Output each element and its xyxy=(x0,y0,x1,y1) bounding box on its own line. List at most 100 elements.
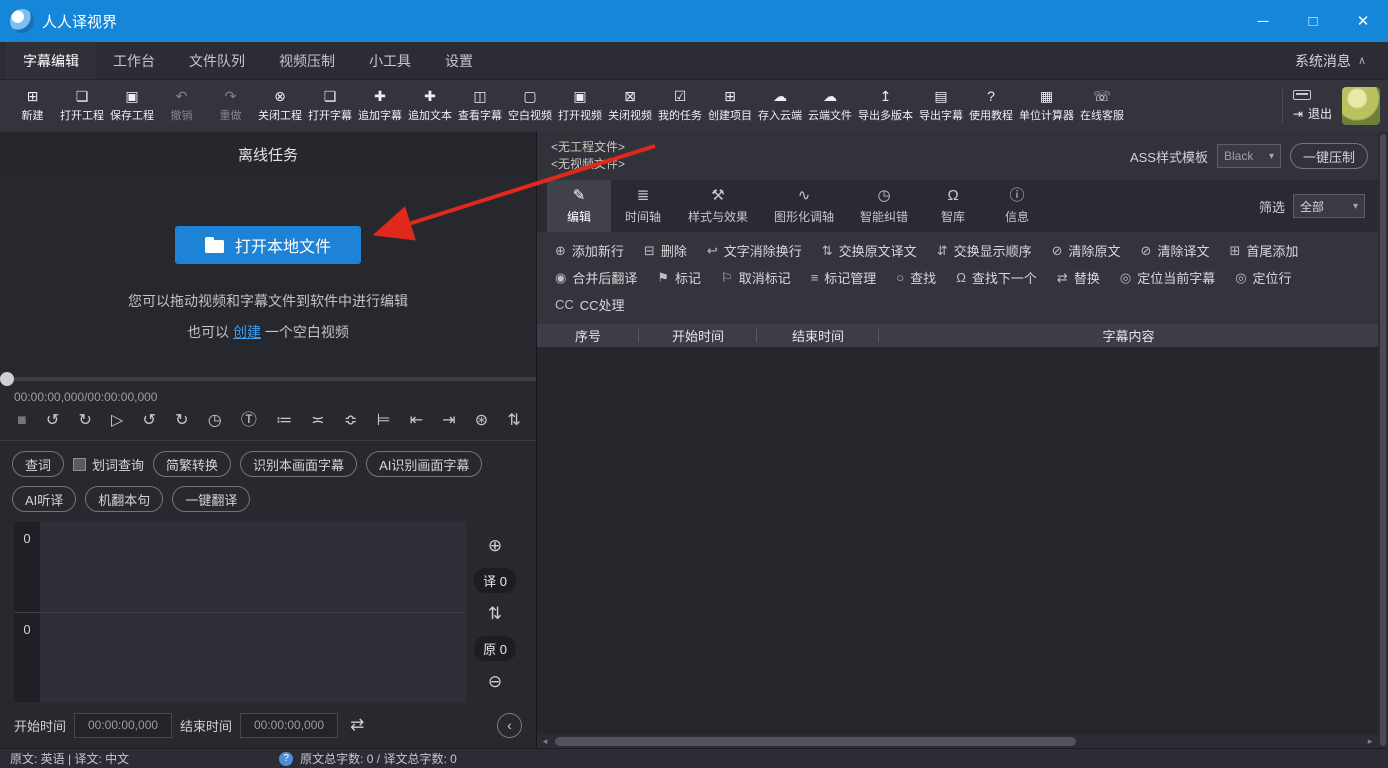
find-button[interactable]: ○ 查找 xyxy=(886,264,946,291)
repeat-forward-button[interactable]: ↻ xyxy=(175,411,188,431)
collapse-panel-button[interactable]: ‹ xyxy=(497,713,522,738)
close-button[interactable]: ✕ xyxy=(1338,0,1388,42)
end-time-input[interactable]: 00:00:00,000 xyxy=(240,713,338,738)
toolbar-tutorial[interactable]: ? 使用教程 xyxy=(966,87,1016,125)
word-lookup-button[interactable]: 查词 xyxy=(12,451,64,477)
logout-button[interactable]: ⇥ 退出 xyxy=(1293,90,1332,122)
subtitle-table-body[interactable] xyxy=(537,347,1378,735)
column-header-start-time[interactable]: 开始时间 xyxy=(639,324,757,347)
toolbar-close-project[interactable]: ⊗ 关闭工程 xyxy=(255,87,305,125)
add-head-tail-button[interactable]: ⊞ 首尾添加 xyxy=(1219,237,1308,264)
cc-process-button[interactable]: CC CC处理 xyxy=(545,291,635,318)
toolbar-save-to-cloud[interactable]: ☁ 存入云端 xyxy=(755,87,805,125)
horizontal-scrollbar[interactable]: ◂ ▸ xyxy=(537,735,1378,748)
horizontal-scrollbar-thumb[interactable] xyxy=(555,737,1076,746)
toolbar-open-video[interactable]: ▣ 打开视频 xyxy=(555,87,605,125)
menu-item-subtitle-edit[interactable]: 字幕编辑 xyxy=(6,42,96,79)
toolbar-cloud-files[interactable]: ☁ 云端文件 xyxy=(805,87,855,125)
jump-to-start-button[interactable]: ⇤ xyxy=(410,411,423,431)
scroll-left-icon[interactable]: ◂ xyxy=(539,736,551,747)
clear-target-button[interactable]: ⊘ 清除译文 xyxy=(1131,237,1220,264)
toolbar-open-project[interactable]: ❏ 打开工程 xyxy=(57,87,107,125)
system-message-button[interactable]: 系统消息 ∧ xyxy=(1273,51,1388,71)
recognize-frame-subtitle-button[interactable]: 识别本画面字幕 xyxy=(240,451,357,477)
tab-timeline[interactable]: ≣ 时间轴 xyxy=(611,180,675,232)
tab-style-effects[interactable]: ⚒ 样式与效果 xyxy=(675,180,761,232)
highlight-lookup-toggle[interactable]: 划词查询 xyxy=(73,455,144,474)
convert-simplified-traditional-button[interactable]: 简繁转换 xyxy=(153,451,231,477)
tab-waveform[interactable]: ∿ 图形化调轴 xyxy=(761,180,847,232)
align-edge-button[interactable]: ⊨ xyxy=(376,411,390,431)
menu-item-workbench[interactable]: 工作台 xyxy=(96,42,172,79)
minimize-button[interactable]: ─ xyxy=(1238,0,1288,42)
one-click-translate-button[interactable]: 一键翻译 xyxy=(172,486,250,512)
swap-display-order-button[interactable]: ⇵ 交换显示顺序 xyxy=(927,237,1042,264)
toolbar-new[interactable]: ⊞ 新建 xyxy=(8,87,57,125)
original-text-input[interactable] xyxy=(40,522,466,612)
repeat-back-button[interactable]: ↺ xyxy=(143,411,156,431)
toolbar-export-versions[interactable]: ↥ 导出多版本 xyxy=(855,87,916,125)
align-subtitle-button[interactable]: ≍ xyxy=(311,411,324,431)
locate-playhead-button[interactable]: ⊛ xyxy=(475,411,488,431)
toolbar-export-subtitle[interactable]: ▤ 导出字幕 xyxy=(916,87,966,125)
swap-source-target-button[interactable]: ⇅ 交换原文译文 xyxy=(812,237,927,264)
clear-source-button[interactable]: ⊘ 清除原文 xyxy=(1042,237,1131,264)
seek-handle[interactable] xyxy=(0,372,14,386)
toolbar-view-subtitle[interactable]: ◫ 查看字幕 xyxy=(455,87,505,125)
user-avatar[interactable] xyxy=(1342,87,1380,125)
maximize-button[interactable]: □ xyxy=(1288,0,1338,42)
column-header-index[interactable]: 序号 xyxy=(537,324,639,347)
one-click-compress-button[interactable]: 一键压制 xyxy=(1290,143,1368,169)
remove-linebreak-button[interactable]: ↩ 文字消除换行 xyxy=(697,237,812,264)
delete-row-button[interactable]: ⊟ 删除 xyxy=(634,237,697,264)
zoom-in-button[interactable]: ⊕ xyxy=(488,536,502,556)
add-new-row-button[interactable]: ⊕ 添加新行 xyxy=(545,237,634,264)
ai-transcribe-button[interactable]: AI听译 xyxy=(12,486,76,512)
help-icon[interactable]: ? xyxy=(279,752,293,766)
tab-smart-check[interactable]: ◷ 智能纠错 xyxy=(847,180,921,232)
seek-forward-button[interactable]: ↻ xyxy=(78,411,91,431)
find-next-button[interactable]: Ω 查找下一个 xyxy=(946,264,1047,291)
tab-knowledge-base[interactable]: Ω 智库 xyxy=(921,180,985,232)
start-time-input[interactable]: 00:00:00,000 xyxy=(74,713,172,738)
tab-info[interactable]: ⓘ 信息 xyxy=(985,180,1049,232)
vertical-scrollbar[interactable] xyxy=(1378,132,1388,748)
open-local-file-button[interactable]: 打开本地文件 xyxy=(175,226,361,264)
filter-select[interactable]: 全部 ▾ xyxy=(1293,194,1365,218)
swap-lines-button[interactable]: ⇅ xyxy=(507,411,520,431)
seek-back-button[interactable]: ↺ xyxy=(46,411,59,431)
toolbar-my-tasks[interactable]: ☑ 我的任务 xyxy=(655,87,705,125)
toolbar-create-project[interactable]: ⊞ 创建项目 xyxy=(705,87,755,125)
merge-translate-button[interactable]: ◉ 合并后翻译 xyxy=(545,264,647,291)
toolbar-online-support[interactable]: ☏ 在线客服 xyxy=(1077,87,1127,125)
unmark-button[interactable]: ⚐ 取消标记 xyxy=(711,264,801,291)
toolbar-save-project[interactable]: ▣ 保存工程 xyxy=(107,87,157,125)
translation-text-input[interactable] xyxy=(40,613,466,703)
stop-button[interactable]: ■ xyxy=(17,411,27,431)
toolbar-append-subtitle[interactable]: ✚ 追加字幕 xyxy=(355,87,405,125)
locate-row-button[interactable]: ◎ 定位行 xyxy=(1225,264,1301,291)
locate-current-subtitle-button[interactable]: ◎ 定位当前字幕 xyxy=(1110,264,1225,291)
column-header-subtitle-content[interactable]: 字幕内容 xyxy=(879,324,1378,347)
ai-recognize-subtitle-button[interactable]: AI识别画面字幕 xyxy=(366,451,482,477)
scroll-right-icon[interactable]: ▸ xyxy=(1364,736,1376,747)
swap-times-button[interactable]: ⇄ xyxy=(350,715,364,735)
text-overlay-button[interactable]: Ⓣ xyxy=(241,411,257,431)
menu-item-video-encode[interactable]: 视频压制 xyxy=(262,42,352,79)
clock-button[interactable]: ◷ xyxy=(208,411,222,431)
jump-to-end-button[interactable]: ⇥ xyxy=(442,411,455,431)
track-options-button[interactable]: ≔ xyxy=(276,411,292,431)
menu-item-settings[interactable]: 设置 xyxy=(428,42,490,79)
toolbar-unit-calculator[interactable]: ▦ 单位计算器 xyxy=(1016,87,1077,125)
vertical-scrollbar-thumb[interactable] xyxy=(1380,134,1386,746)
column-header-end-time[interactable]: 结束时间 xyxy=(757,324,879,347)
seek-bar[interactable] xyxy=(0,370,536,388)
menu-item-file-queue[interactable]: 文件队列 xyxy=(172,42,262,79)
create-blank-video-link[interactable]: 创建 xyxy=(233,324,261,340)
toolbar-redo[interactable]: ↷ 重做 xyxy=(206,87,255,125)
align-center-button[interactable]: ≎ xyxy=(344,411,357,431)
toolbar-undo[interactable]: ↶ 撤销 xyxy=(157,87,206,125)
machine-translate-sentence-button[interactable]: 机翻本句 xyxy=(85,486,163,512)
mark-manager-button[interactable]: ≡ 标记管理 xyxy=(801,264,887,291)
file-drop-area[interactable]: 打开本地文件 您可以拖动视频和字幕文件到软件中进行编辑 也可以 创建 一个空白视… xyxy=(0,176,536,370)
